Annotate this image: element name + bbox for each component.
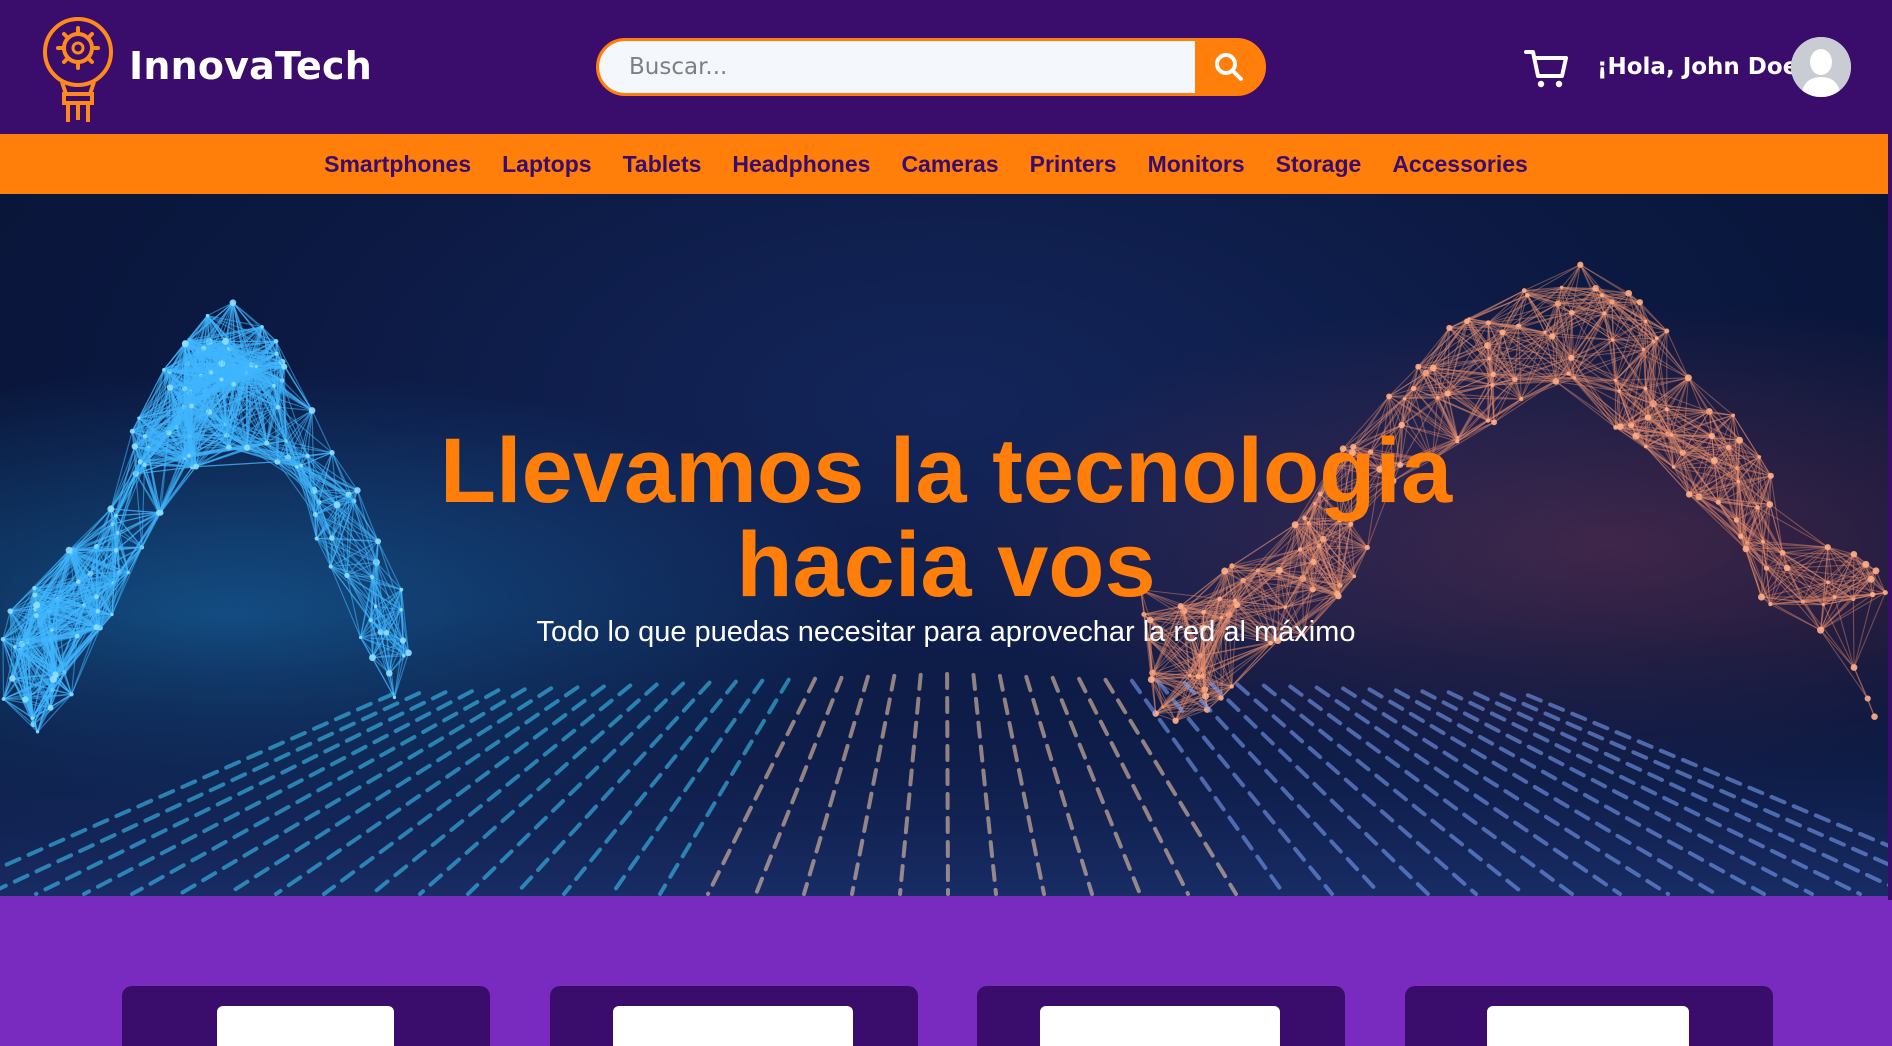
nav-item-accessories[interactable]: Accessories [1392,151,1528,178]
scrollbar[interactable] [1888,0,1892,900]
brand-name[interactable]: InnovaTech [129,44,372,88]
product-image [613,1006,853,1046]
search-input[interactable] [599,41,1195,93]
nav-item-tablets[interactable]: Tablets [623,151,702,178]
nav-item-headphones[interactable]: Headphones [732,151,870,178]
hero-title: Llevamos la tecnologia hacia vos [0,424,1892,612]
search-bar [596,38,1266,96]
user-avatar-icon [1791,37,1851,97]
logo-icon[interactable] [40,10,120,126]
nav-item-monitors[interactable]: Monitors [1148,151,1245,178]
nav-item-laptops[interactable]: Laptops [502,151,591,178]
user-greeting: ¡Hola, John Doe! [1597,54,1809,80]
search-icon [1214,52,1244,82]
product-card[interactable] [122,986,490,1046]
hero-title-line1: Llevamos la tecnologia [0,424,1892,518]
product-grid [0,896,1892,1023]
search-button[interactable] [1195,41,1263,93]
site-header: InnovaTech ¡Hola, John Doe! [0,0,1892,134]
nav-item-cameras[interactable]: Cameras [901,151,998,178]
nav-item-storage[interactable]: Storage [1276,151,1362,178]
hero-banner: Llevamos la tecnologia hacia vos Todo lo… [0,194,1892,896]
hero-subtitle: Todo lo que puedas necesitar para aprove… [0,616,1892,649]
product-card[interactable] [977,986,1345,1046]
user-avatar[interactable] [1791,37,1851,97]
nav-item-printers[interactable]: Printers [1030,151,1117,178]
product-card[interactable] [1405,986,1773,1046]
product-image [1487,1006,1689,1046]
cart-icon[interactable] [1524,46,1568,90]
product-image [217,1006,394,1046]
hero-title-line2: hacia vos [0,518,1892,612]
nav-item-smartphones[interactable]: Smartphones [324,151,471,178]
product-card[interactable] [550,986,918,1046]
product-image [1040,1006,1280,1046]
category-nav: Smartphones Laptops Tablets Headphones C… [0,134,1892,194]
